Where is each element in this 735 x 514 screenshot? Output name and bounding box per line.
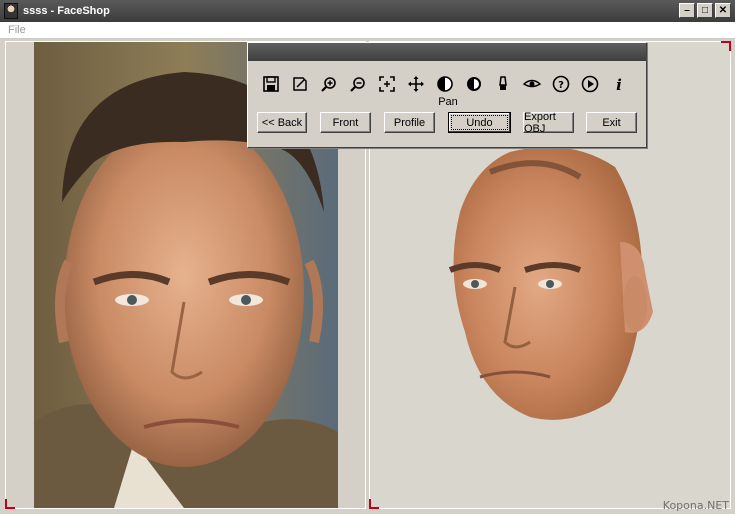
corner-marker — [5, 499, 15, 509]
zoom-out-icon[interactable] — [343, 73, 372, 95]
fit-icon[interactable] — [372, 73, 401, 95]
eye-icon[interactable] — [517, 73, 546, 95]
window-title: ssss - FaceShop — [23, 5, 110, 17]
active-tool-label: Pan — [438, 96, 458, 108]
contrast-icon[interactable] — [430, 73, 459, 95]
corner-marker — [369, 499, 379, 509]
menu-file[interactable]: File — [8, 24, 26, 36]
app-icon — [4, 3, 18, 19]
brush-icon[interactable] — [488, 73, 517, 95]
window-controls: – □ ✕ — [679, 3, 731, 18]
exit-button[interactable]: Exit — [586, 112, 637, 133]
close-button[interactable]: ✕ — [715, 3, 731, 18]
export-obj-button[interactable]: Export OBJ — [523, 111, 574, 135]
menu-bar: File — [0, 22, 735, 39]
edit-icon[interactable] — [285, 73, 314, 95]
title-bar: ssss - FaceShop – □ ✕ — [0, 0, 735, 22]
watermark: Kopona.NET — [662, 499, 729, 512]
info-icon[interactable]: i — [604, 73, 633, 95]
tool-palette: ? i Pan << Back Front Profile Undo Expor… — [247, 42, 647, 148]
zoom-in-icon[interactable] — [314, 73, 343, 95]
minimize-button[interactable]: – — [679, 3, 695, 18]
help-icon[interactable]: ? — [546, 73, 575, 95]
tool-icon-row: ? i — [256, 73, 633, 95]
tool-palette-titlebar[interactable] — [248, 43, 646, 61]
svg-text:?: ? — [558, 80, 564, 91]
play-icon[interactable] — [575, 73, 604, 95]
maximize-button[interactable]: □ — [697, 3, 713, 18]
pan-icon[interactable] — [401, 73, 430, 95]
save-icon[interactable] — [256, 73, 285, 95]
profile-button[interactable]: Profile — [384, 112, 435, 133]
undo-button[interactable]: Undo — [448, 112, 511, 133]
front-button[interactable]: Front — [320, 112, 371, 133]
svg-text:i: i — [616, 76, 622, 93]
corner-marker — [721, 41, 731, 51]
brightness-icon[interactable] — [459, 73, 488, 95]
back-button[interactable]: << Back — [257, 112, 307, 133]
